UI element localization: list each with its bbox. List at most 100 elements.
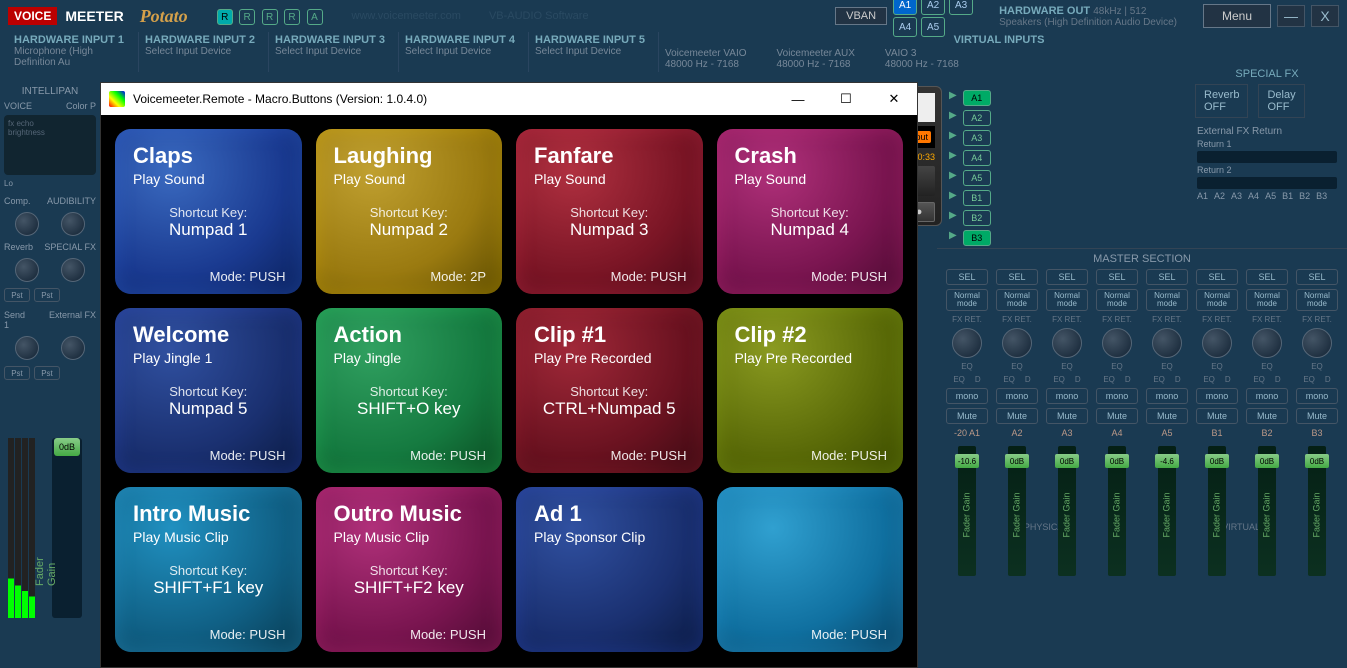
bus-fader-handle[interactable]: 0dB [1055, 454, 1079, 468]
fxret-knob[interactable] [952, 328, 982, 358]
delay-box[interactable]: DelayOFF [1258, 84, 1304, 118]
macro-button-5[interactable]: ActionPlay JingleShortcut Key:SHIFT+O ke… [316, 308, 503, 473]
sel-button[interactable]: SEL [1296, 269, 1338, 285]
macro-button-2[interactable]: FanfarePlay SoundShortcut Key:Numpad 3Mo… [516, 129, 703, 294]
close-button[interactable]: X [1311, 5, 1339, 27]
fxret-knob[interactable] [1252, 328, 1282, 358]
return2-slider[interactable] [1197, 177, 1337, 189]
pst-button-1[interactable]: Pst [4, 288, 30, 302]
macro-button-6[interactable]: Clip #1Play Pre RecordedShortcut Key:CTR… [516, 308, 703, 473]
mode-button[interactable]: Normalmode [1146, 289, 1188, 311]
reverb-box[interactable]: ReverbOFF [1195, 84, 1248, 118]
sel-button[interactable]: SEL [996, 269, 1038, 285]
bus-fader-handle[interactable]: 0dB [1255, 454, 1279, 468]
bus-fader-handle[interactable]: -4.6 [1155, 454, 1179, 468]
fxret-knob[interactable] [1152, 328, 1182, 358]
mono-button[interactable]: mono [1046, 388, 1088, 404]
sel-button[interactable]: SEL [1046, 269, 1088, 285]
menu-button[interactable]: Menu [1203, 4, 1271, 28]
macro-button-7[interactable]: Clip #2Play Pre RecordedMode: PUSH [717, 308, 904, 473]
r-badge-0[interactable]: R [217, 9, 233, 25]
fxret-knob[interactable] [1002, 328, 1032, 358]
rec-a5[interactable]: A5 [963, 170, 991, 186]
mode-button[interactable]: Normalmode [1096, 289, 1138, 311]
a-badge[interactable]: A [307, 9, 323, 25]
rec-a2[interactable]: A2 [963, 110, 991, 126]
fader-handle[interactable]: 0dB [54, 438, 80, 456]
fxret-knob[interactable] [1302, 328, 1332, 358]
macro-button-11[interactable]: Mode: PUSH [717, 487, 904, 652]
macro-button-1[interactable]: LaughingPlay SoundShortcut Key:Numpad 2M… [316, 129, 503, 294]
rec-b2[interactable]: B2 [963, 210, 991, 226]
bus-fader-handle[interactable]: 0dB [1105, 454, 1129, 468]
hardware-input-1[interactable]: HARDWARE INPUT 1 Microphone (High Defini… [8, 32, 138, 72]
mode-button[interactable]: Normalmode [1196, 289, 1238, 311]
pst-button-2[interactable]: Pst [34, 288, 60, 302]
macro-titlebar[interactable]: Voicemeeter.Remote - Macro.Buttons (Vers… [101, 83, 917, 115]
sel-button[interactable]: SEL [1196, 269, 1238, 285]
bus-a3[interactable]: A3 [949, 0, 973, 15]
mono-button[interactable]: mono [1146, 388, 1188, 404]
bus-fader-handle[interactable]: -10.6 [955, 454, 979, 468]
mode-button[interactable]: Normalmode [946, 289, 988, 311]
input-fader[interactable]: 0dB [52, 438, 82, 618]
minimize-button[interactable]: — [1277, 5, 1305, 27]
delay-knob[interactable] [61, 258, 85, 282]
r-badge-3[interactable]: R [284, 9, 300, 25]
mono-button[interactable]: mono [1296, 388, 1338, 404]
hardware-input-5[interactable]: HARDWARE INPUT 5 Select Input Device [528, 32, 658, 72]
mute-button[interactable]: Mute [1096, 408, 1138, 424]
mode-button[interactable]: Normalmode [1296, 289, 1338, 311]
macro-button-4[interactable]: WelcomePlay Jingle 1Shortcut Key:Numpad … [115, 308, 302, 473]
macro-maximize-button[interactable]: ☐ [831, 87, 861, 111]
macro-button-10[interactable]: Ad 1Play Sponsor Clip [516, 487, 703, 652]
bus-a2[interactable]: A2 [921, 0, 945, 15]
macro-button-9[interactable]: Outro MusicPlay Music ClipShortcut Key:S… [316, 487, 503, 652]
comp-knob[interactable] [15, 212, 39, 236]
mute-button[interactable]: Mute [1196, 408, 1238, 424]
mono-button[interactable]: mono [1096, 388, 1138, 404]
fxret-knob[interactable] [1102, 328, 1132, 358]
hardware-out[interactable]: HARDWARE OUT 48kHz | 512 Speakers (High … [999, 5, 1177, 28]
mute-button[interactable]: Mute [1246, 408, 1288, 424]
macro-minimize-button[interactable]: — [783, 87, 813, 111]
sel-button[interactable]: SEL [1146, 269, 1188, 285]
rec-a3[interactable]: A3 [963, 130, 991, 146]
hardware-input-3[interactable]: HARDWARE INPUT 3 Select Input Device [268, 32, 398, 72]
mute-button[interactable]: Mute [946, 408, 988, 424]
rec-b1[interactable]: B1 [963, 190, 991, 206]
rec-b3[interactable]: B3 [963, 230, 991, 246]
return1-slider[interactable] [1197, 151, 1337, 163]
bus-a1[interactable]: A1 [893, 0, 917, 15]
macro-button-3[interactable]: CrashPlay SoundShortcut Key:Numpad 4Mode… [717, 129, 904, 294]
macro-button-8[interactable]: Intro MusicPlay Music ClipShortcut Key:S… [115, 487, 302, 652]
hardware-input-2[interactable]: HARDWARE INPUT 2 Select Input Device [138, 32, 268, 72]
mono-button[interactable]: mono [1196, 388, 1238, 404]
vban-button[interactable]: VBAN [835, 7, 887, 25]
audibility-knob[interactable] [61, 212, 85, 236]
mono-button[interactable]: mono [1246, 388, 1288, 404]
ext-knob[interactable] [61, 336, 85, 360]
send-knob[interactable] [15, 336, 39, 360]
bus-fader-handle[interactable]: 0dB [1305, 454, 1329, 468]
mono-button[interactable]: mono [946, 388, 988, 404]
mute-button[interactable]: Mute [1296, 408, 1338, 424]
fxret-knob[interactable] [1202, 328, 1232, 358]
mute-button[interactable]: Mute [996, 408, 1038, 424]
rec-a4[interactable]: A4 [963, 150, 991, 166]
mode-button[interactable]: Normalmode [1246, 289, 1288, 311]
macro-button-0[interactable]: ClapsPlay SoundShortcut Key:Numpad 1Mode… [115, 129, 302, 294]
bus-fader-handle[interactable]: 0dB [1005, 454, 1029, 468]
sel-button[interactable]: SEL [1246, 269, 1288, 285]
mono-button[interactable]: mono [996, 388, 1038, 404]
sel-button[interactable]: SEL [946, 269, 988, 285]
bus-fader-handle[interactable]: 0dB [1205, 454, 1229, 468]
hardware-input-4[interactable]: HARDWARE INPUT 4 Select Input Device [398, 32, 528, 72]
fxret-knob[interactable] [1052, 328, 1082, 358]
reverb-knob[interactable] [15, 258, 39, 282]
mode-button[interactable]: Normalmode [996, 289, 1038, 311]
mute-button[interactable]: Mute [1046, 408, 1088, 424]
virtual-aux[interactable]: Voicemeeter AUX48000 Hz - 7168 [777, 48, 855, 70]
mode-button[interactable]: Normalmode [1046, 289, 1088, 311]
macro-close-button[interactable]: ✕ [879, 87, 909, 111]
